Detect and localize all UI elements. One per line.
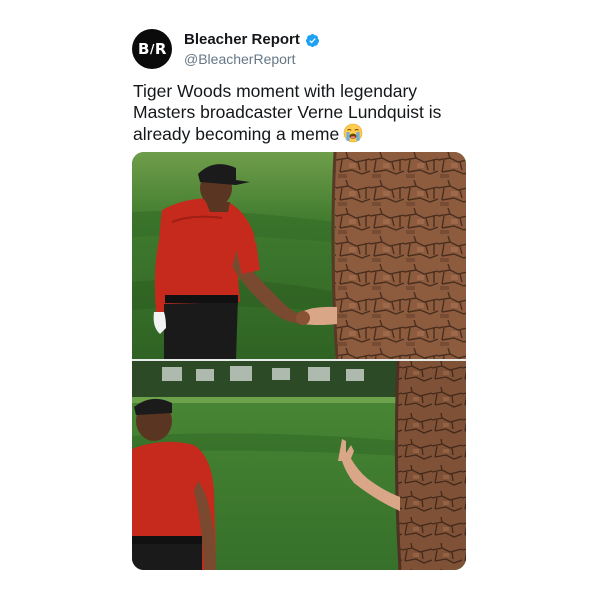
avatar-letter-b: B [138, 40, 149, 58]
handle[interactable]: @BleacherReport [184, 50, 296, 68]
handshake-frame[interactable] [132, 152, 466, 359]
tweet-text-line-1: Tiger Woods moment with legendary [133, 81, 418, 101]
avatar-slash: / [149, 42, 154, 56]
tweet-text-line-2: Masters broadcaster Verne Lundquist is [133, 102, 442, 122]
avatar-letter-r: R [154, 40, 167, 58]
tweet-text-line-3-text: already becoming a meme [133, 124, 340, 144]
tweet-media[interactable] [132, 152, 466, 570]
verified-badge-icon [305, 33, 320, 48]
waving-hand-frame[interactable] [132, 361, 466, 570]
author-name-row[interactable]: Bleacher Report [184, 31, 320, 49]
display-name[interactable]: Bleacher Report [184, 31, 300, 49]
loudly-crying-face-icon [343, 123, 363, 143]
tweet-text: Tiger Woods moment with legendary Master… [133, 81, 473, 145]
avatar[interactable]: B / R [132, 29, 172, 69]
tweet-text-line-3: already becoming a meme [133, 123, 473, 145]
